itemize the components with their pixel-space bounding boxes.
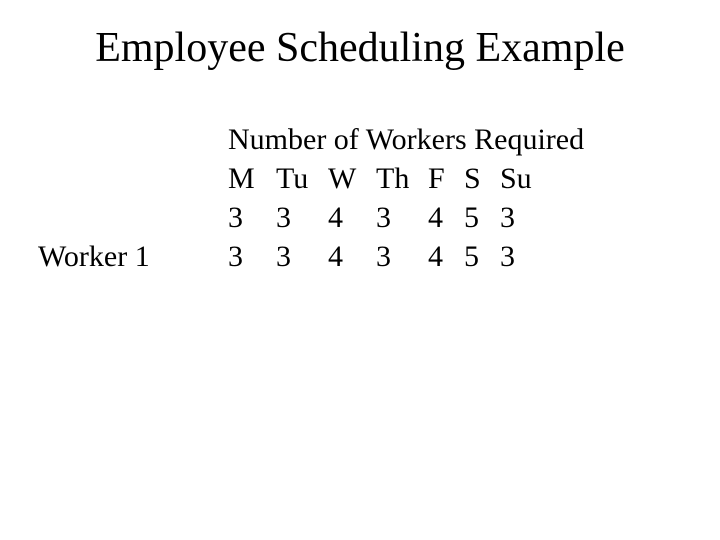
day-header-f: F (428, 159, 464, 198)
worker1-s: 5 (464, 237, 500, 276)
slide-content: Number of Workers Required M Tu W Th F S… (38, 120, 584, 276)
required-s: 5 (464, 198, 500, 237)
required-tu: 3 (276, 198, 328, 237)
day-header-s: S (464, 159, 500, 198)
day-header-su: Su (500, 159, 548, 198)
day-header-th: Th (376, 159, 428, 198)
slide: Employee Scheduling Example Number of Wo… (0, 0, 720, 540)
day-header-m: M (228, 159, 276, 198)
required-f: 4 (428, 198, 464, 237)
required-th: 3 (376, 198, 428, 237)
worker1-row: Worker 1 3 3 4 3 4 5 3 (38, 237, 584, 276)
required-row: 3 3 4 3 4 5 3 (38, 198, 584, 237)
day-header-row: M Tu W Th F S Su (38, 159, 584, 198)
day-header-tu: Tu (276, 159, 328, 198)
worker1-su: 3 (500, 237, 548, 276)
day-header-w: W (328, 159, 376, 198)
worker1-w: 4 (328, 237, 376, 276)
worker1-tu: 3 (276, 237, 328, 276)
required-w: 4 (328, 198, 376, 237)
slide-title: Employee Scheduling Example (0, 24, 720, 72)
required-su: 3 (500, 198, 548, 237)
worker1-m: 3 (228, 237, 276, 276)
table-header-line: Number of Workers Required (38, 120, 584, 159)
worker1-th: 3 (376, 237, 428, 276)
worker1-label: Worker 1 (38, 237, 228, 276)
worker1-f: 4 (428, 237, 464, 276)
required-m: 3 (228, 198, 276, 237)
